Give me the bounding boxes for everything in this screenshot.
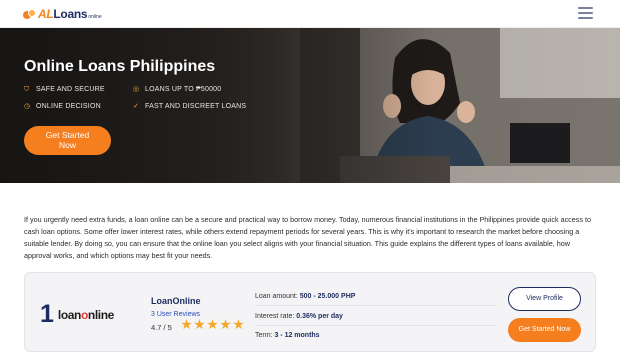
logo-text-al: AL — [38, 7, 54, 21]
cta-label-line2: Now — [58, 139, 76, 150]
loan-amount-row: Loan amount: 500 - 25.000 PHP — [255, 293, 355, 300]
hero-banner: Online Loans Philippines ⛉ SAFE AND SECU… — [0, 28, 620, 183]
hamburger-menu-icon[interactable] — [578, 7, 593, 21]
lender-get-started-button[interactable]: Get Started Now — [508, 318, 581, 342]
lender-logo-wordmark: loanonline — [58, 308, 114, 322]
get-started-now-button[interactable]: Get Started Now — [24, 126, 111, 155]
loan-amount-value: 500 - 25.000 PHP — [299, 293, 356, 300]
check-icon: ✓ — [133, 103, 140, 110]
site-header: AL Loans online — [0, 0, 620, 28]
site-logo[interactable]: AL Loans online — [23, 7, 102, 21]
feature-loans-up-to: ◎ LOANS UP TO ₱50000 — [133, 86, 221, 93]
star-icon — [194, 319, 205, 330]
intro-paragraph: If you urgently need extra funds, a loan… — [24, 215, 591, 260]
lender-name: LoanOnline — [151, 296, 201, 306]
interest-rate-label: Interest rate: — [255, 313, 295, 320]
term-row: Term: 3 - 12 months — [255, 332, 320, 339]
hero-title: Online Loans Philippines — [24, 58, 216, 75]
star-icon — [233, 319, 244, 330]
clock-icon: ◷ — [24, 103, 31, 110]
logo-text-online: online — [88, 13, 102, 20]
view-profile-button[interactable]: View Profile — [508, 287, 581, 311]
term-value: 3 - 12 months — [274, 332, 320, 339]
rating-text: 4.7 / 5 — [151, 323, 172, 332]
feature-fast-discreet: ✓ FAST AND DISCREET LOANS — [133, 103, 246, 110]
feature-label: ONLINE DECISION — [36, 103, 101, 110]
loan-amount-label: Loan amount: — [255, 293, 298, 300]
wordmark-nline: nline — [87, 307, 114, 322]
feature-label: SAFE AND SECURE — [36, 86, 105, 93]
divider — [255, 305, 495, 306]
shield-icon: ⛉ — [24, 86, 30, 93]
star-icon — [207, 319, 218, 330]
star-icon — [220, 319, 231, 330]
rating-stars — [181, 319, 246, 330]
user-reviews-link[interactable]: 3 User Reviews — [151, 311, 200, 318]
star-icon — [181, 319, 192, 330]
coins-icon: ◎ — [133, 86, 140, 93]
lender-logo[interactable]: 1 loanonline — [40, 302, 114, 327]
interest-rate-row: Interest rate: 0.36% per day — [255, 313, 343, 320]
feature-safe-secure: ⛉ SAFE AND SECURE — [24, 86, 105, 93]
logo-text-loans: Loans — [53, 7, 88, 21]
feature-online-decision: ◷ ONLINE DECISION — [24, 103, 101, 110]
wordmark-loan: loan — [57, 307, 81, 322]
divider — [255, 325, 495, 326]
interest-rate-value: 0.36% per day — [296, 313, 343, 320]
feature-label: LOANS UP TO ₱50000 — [145, 86, 222, 93]
wordmark-o: o — [80, 307, 88, 322]
lender-rank: 1 — [40, 300, 54, 328]
term-label: Term: — [255, 332, 273, 339]
feature-label: FAST AND DISCREET LOANS — [145, 103, 247, 110]
coins-logo-icon — [23, 8, 37, 20]
